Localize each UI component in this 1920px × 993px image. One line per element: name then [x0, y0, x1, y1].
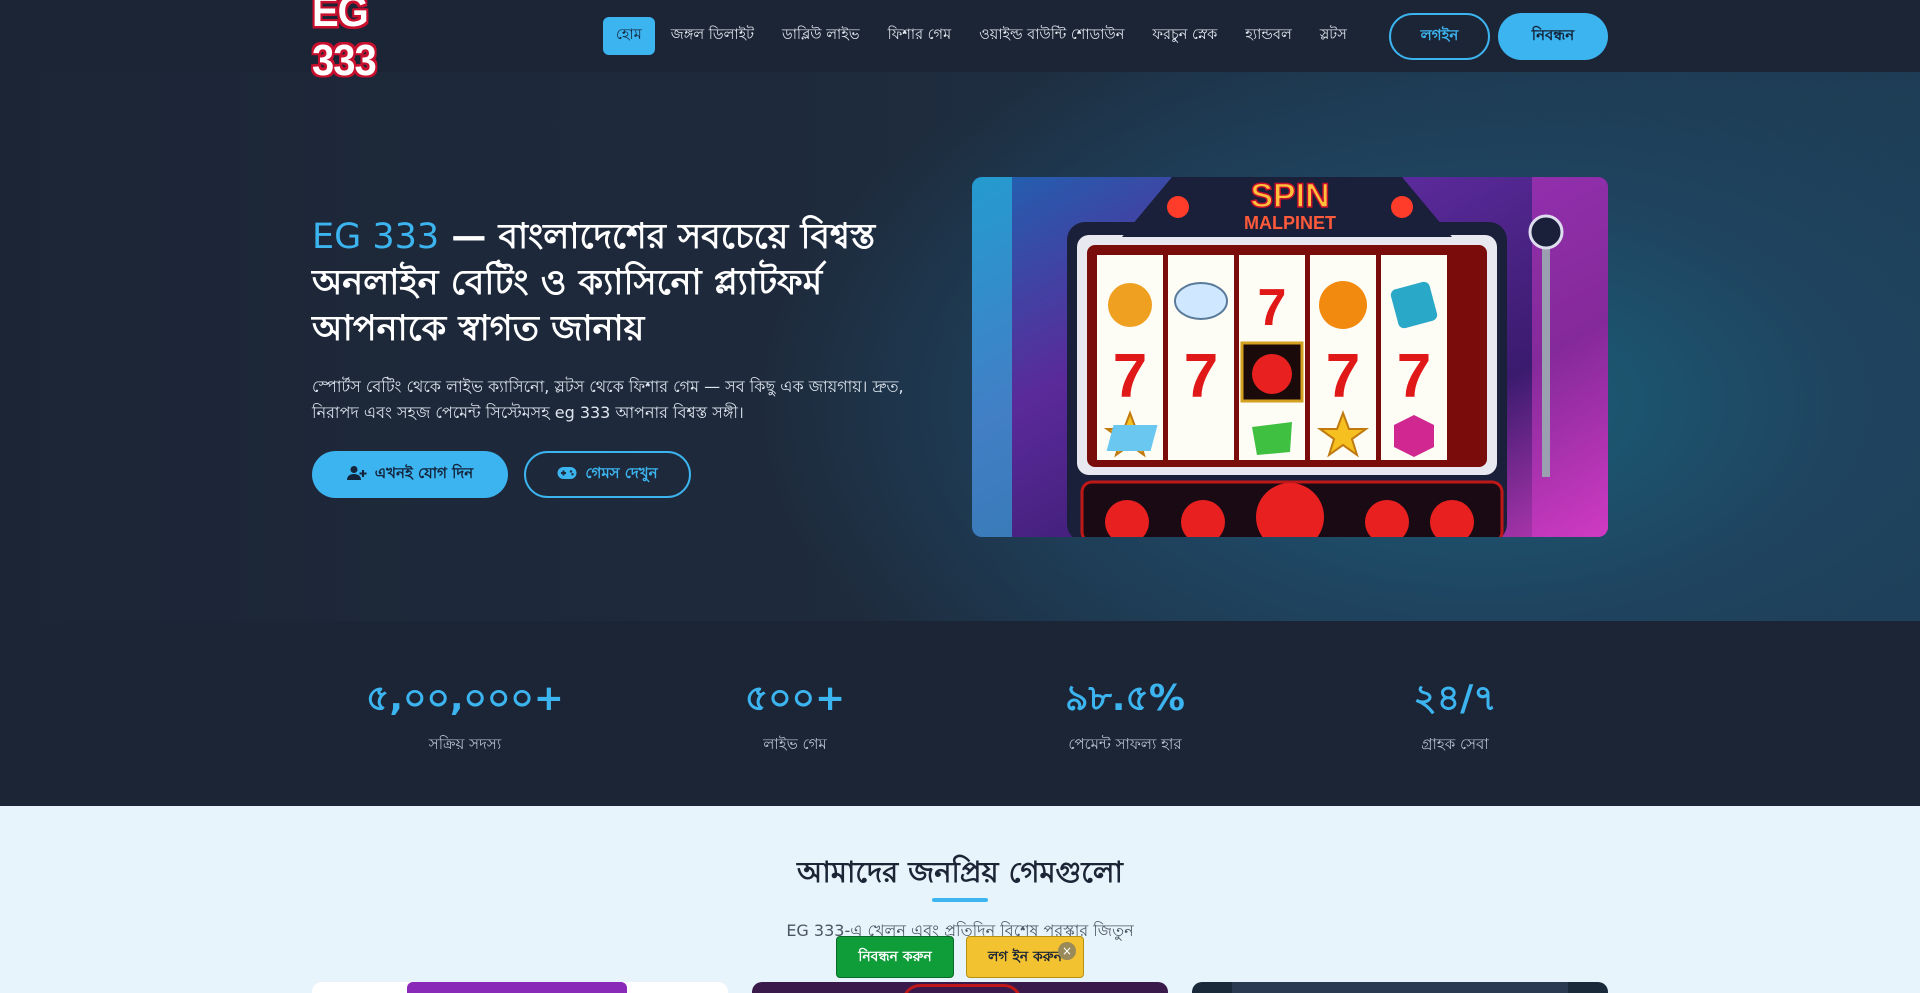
hero-section: EG 333 — বাংলাদেশের সবচেয়ে বিশ্বস্ত অনল… — [0, 72, 1920, 621]
stat-label: লাইভ গেম — [763, 735, 827, 753]
games-section-title: আমাদের জনপ্রিয় গেমগুলো — [797, 855, 1123, 889]
svg-text:7: 7 — [1184, 342, 1218, 411]
game-card-image — [1232, 982, 1568, 993]
svg-text:7: 7 — [1326, 342, 1360, 411]
slot-sign-malpinet: MALPINET — [1244, 213, 1336, 233]
stat-label: পেমেন্ট সাফল্য হার — [1068, 735, 1182, 753]
register-button[interactable]: নিবন্ধন — [1498, 13, 1608, 60]
eg333-logo[interactable]: EG 333 — [312, 0, 438, 84]
hero-subtitle: স্পোর্টস বেটিং থেকে লাইভ ক্যাসিনো, স্লটস… — [312, 377, 904, 422]
floating-register-button[interactable]: নিবন্ধন করুন — [836, 936, 954, 978]
nav-item-handball[interactable]: হ্যান্ডবল — [1231, 17, 1305, 55]
game-card[interactable] — [752, 982, 1168, 993]
slot-machine-image: SPIN MALPINET 7 7 7 7 7 — [972, 177, 1608, 537]
stat-live-games: ৫০০+ লাইভ গেম — [675, 677, 915, 758]
game-card-image — [407, 982, 627, 993]
svg-text:7: 7 — [1258, 279, 1287, 337]
stats-section: ৫,০০,০০০+ সক্রিয় সদস্য ৫০০+ লাইভ গেম ৯৮… — [0, 621, 1920, 806]
hero-title-brand: EG 333 — [312, 217, 440, 257]
title-underline — [932, 898, 988, 902]
nav-item-fortune-snake[interactable]: ফরচুন স্নেক — [1138, 17, 1231, 55]
site-header: EG 333 হোম জঙ্গল ডিলাইট ডাব্লিউ লাইভ ফিশ… — [0, 0, 1920, 84]
stat-value: ৫,০০,০০০+ — [366, 678, 564, 719]
game-card[interactable] — [1192, 982, 1608, 993]
view-games-label: গেমস দেখুন — [585, 464, 658, 482]
main-nav: হোম জঙ্গল ডিলাইট ডাব্লিউ লাইভ ফিশার গেম … — [603, 17, 1361, 55]
stat-customer-service: ২৪/৭ গ্রাহক সেবা — [1335, 677, 1575, 758]
popular-games-section: আমাদের জনপ্রিয় গেমগুলো EG 333-এ খেলুন এ… — [0, 806, 1920, 993]
slot-sign-spin: SPIN — [1250, 177, 1329, 215]
nav-item-slots[interactable]: স্লটস — [1306, 17, 1361, 55]
hero-title: EG 333 — বাংলাদেশের সবচেয়ে বিশ্বস্ত অনল… — [312, 214, 932, 352]
gamepad-icon — [557, 466, 577, 484]
stat-value: ২৪/৭ — [1413, 678, 1497, 719]
view-games-button[interactable]: গেমস দেখুন — [524, 451, 691, 498]
game-card-image — [902, 984, 1022, 993]
stat-active-members: ৫,০০,০০০+ সক্রিয় সদস্য — [345, 677, 585, 758]
close-icon[interactable]: × — [1058, 942, 1076, 960]
svg-text:7: 7 — [1397, 342, 1431, 411]
nav-item-wild-bounty-showdown[interactable]: ওয়াইল্ড বাউন্টি শোডাউন — [965, 17, 1138, 55]
stat-value: ৫০০+ — [744, 678, 846, 719]
nav-item-jungle-delight[interactable]: জঙ্গল ডিলাইট — [657, 17, 768, 55]
nav-item-home[interactable]: হোম — [603, 17, 655, 55]
games-section-subtitle: EG 333-এ খেলুন এবং প্রতিদিন বিশেষ পুরস্ক… — [786, 921, 1134, 940]
stat-label: গ্রাহক সেবা — [1421, 735, 1489, 753]
nav-item-w-live[interactable]: ডাব্লিউ লাইভ — [768, 17, 874, 55]
user-plus-icon — [346, 465, 367, 485]
stat-label: সক্রিয় সদস্য — [428, 735, 502, 753]
join-now-label: এখনই যোগ দিন — [374, 464, 474, 482]
game-card[interactable] — [312, 982, 728, 993]
stat-value: ৯৮.৫% — [1065, 678, 1185, 719]
stat-payment-success: ৯৮.৫% পেমেন্ট সাফল্য হার — [1005, 677, 1245, 758]
svg-text:7: 7 — [1113, 342, 1147, 411]
join-now-button[interactable]: এখনই যোগ দিন — [312, 451, 508, 498]
login-button[interactable]: লগইন — [1389, 13, 1490, 60]
nav-item-fisher-game[interactable]: ফিশার গেম — [874, 17, 966, 55]
